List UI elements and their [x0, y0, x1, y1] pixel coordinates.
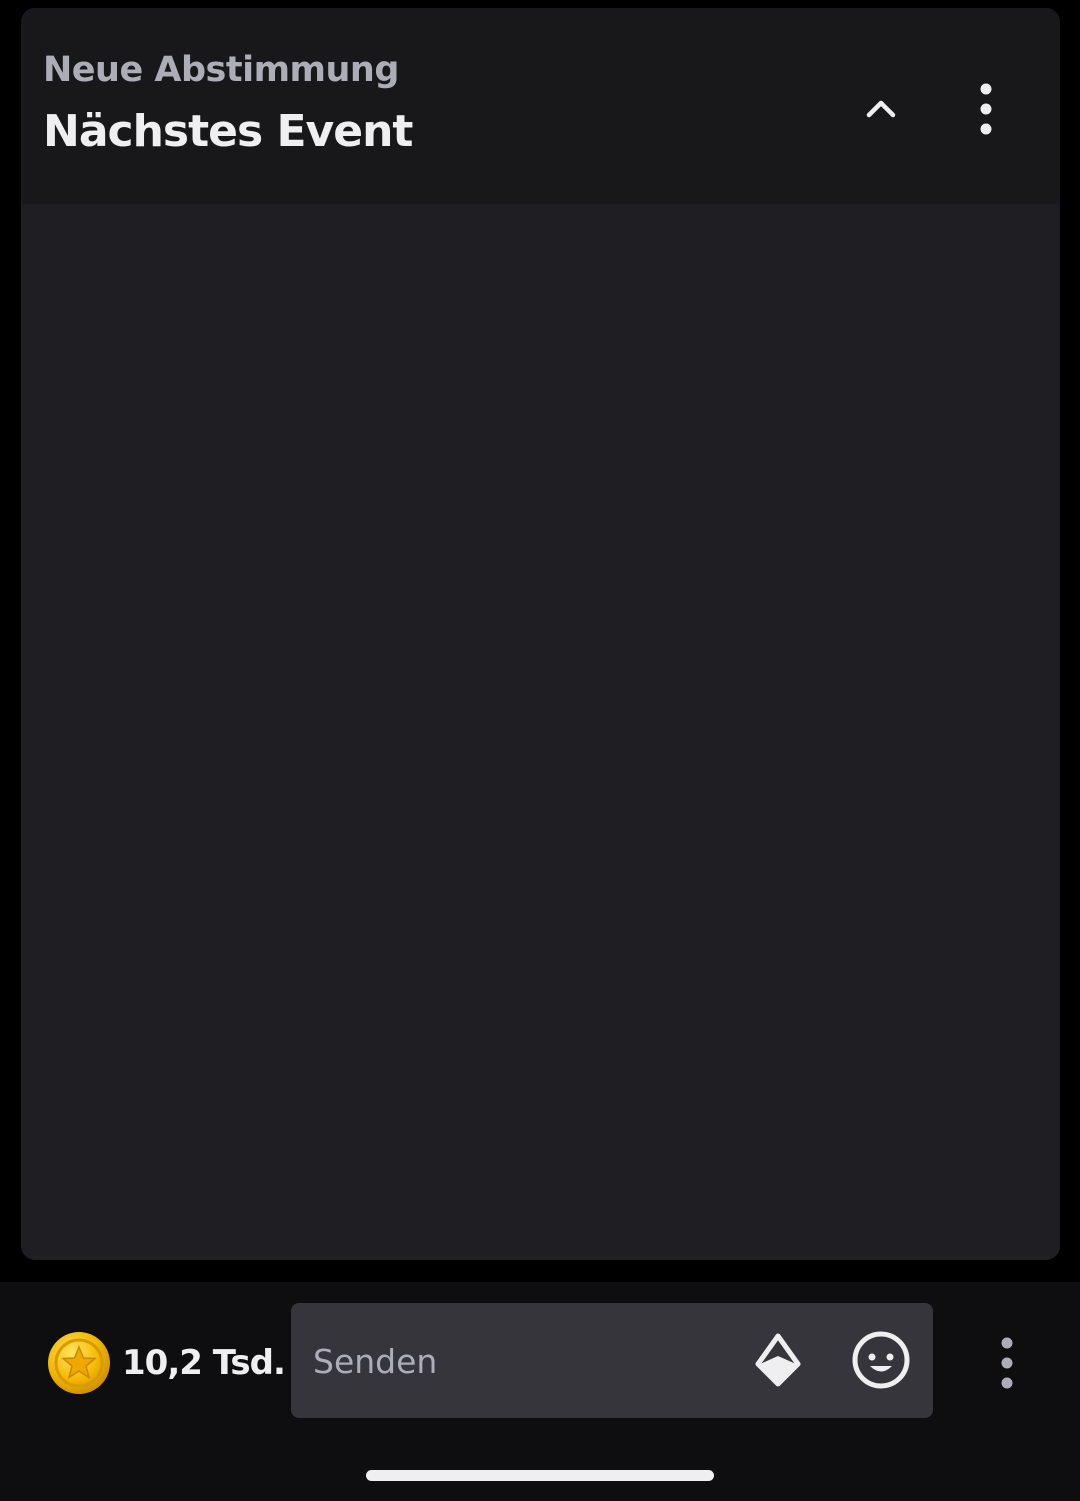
screen: Neue Abstimmung Nächstes Event 10,2 Tsd.… [0, 0, 1080, 1501]
chevron-up-icon [866, 100, 896, 118]
bits-icon [755, 1333, 801, 1387]
chat-bottom-bar: 10,2 Tsd. [0, 1282, 1080, 1501]
emote-button[interactable] [849, 1328, 913, 1392]
poll-title: Nächstes Event [43, 106, 413, 157]
channel-points-coin-icon [48, 1332, 110, 1394]
emote-smiley-icon [852, 1331, 910, 1389]
channel-points-button[interactable]: 10,2 Tsd. [46, 1330, 286, 1396]
channel-points-value: 10,2 Tsd. [122, 1343, 286, 1383]
bits-button[interactable] [746, 1328, 810, 1392]
poll-more-button[interactable] [966, 74, 1006, 144]
chat-input-box [291, 1303, 933, 1420]
chat-more-button[interactable] [985, 1330, 1029, 1396]
home-indicator[interactable] [366, 1470, 714, 1481]
collapse-button[interactable] [851, 78, 911, 138]
more-vertical-icon [1001, 1337, 1013, 1389]
poll-subtitle: Neue Abstimmung [43, 50, 399, 90]
more-vertical-icon [980, 83, 992, 135]
poll-panel: Neue Abstimmung Nächstes Event [21, 8, 1060, 1260]
chat-input[interactable] [311, 1303, 715, 1420]
poll-header[interactable]: Neue Abstimmung Nächstes Event [21, 8, 1060, 201]
